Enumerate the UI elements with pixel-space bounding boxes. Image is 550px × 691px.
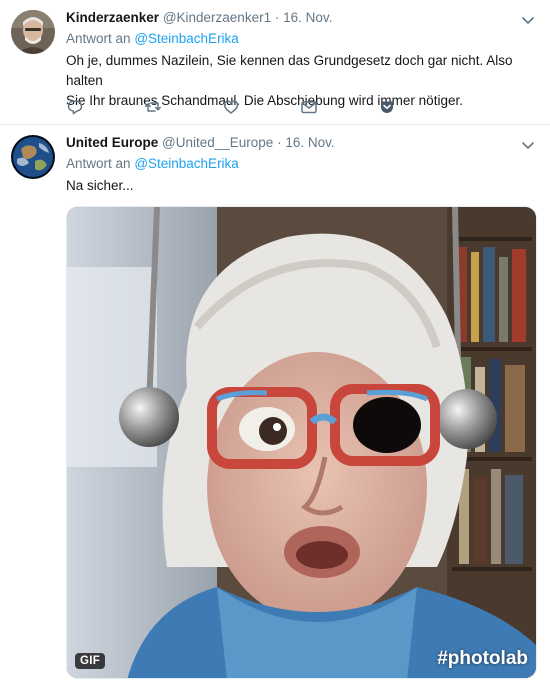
separator: ·	[274, 10, 280, 25]
tweet[interactable]: Kinderzaenker @Kinderzaenker1 · 16. Nov.…	[0, 0, 550, 125]
like-icon	[222, 98, 300, 116]
gif-badge: GIF	[75, 653, 106, 669]
reply-prefix: Antwort an	[66, 31, 131, 46]
chevron-down-icon[interactable]	[520, 12, 536, 28]
tweet-text-line: Oh je, dummes Nazilein, Sie kennen das G…	[66, 53, 513, 88]
display-name[interactable]: United Europe	[66, 135, 158, 150]
reply-context: Antwort an @SteinbachErika	[66, 155, 534, 173]
tweet-header: Kinderzaenker @Kinderzaenker1 · 16. Nov.	[66, 9, 534, 27]
gif-image	[67, 207, 536, 678]
tweet-date[interactable]: 16. Nov.	[283, 10, 332, 25]
chevron-down-icon[interactable]	[520, 137, 536, 153]
reply-context: Antwort an @SteinbachErika	[66, 30, 534, 48]
user-handle[interactable]: @United__Europe	[162, 135, 273, 150]
user-handle[interactable]: @Kinderzaenker1	[163, 10, 271, 25]
gif-media[interactable]: GIF #photolab	[66, 206, 537, 679]
display-name[interactable]: Kinderzaenker	[66, 10, 159, 25]
tweet-text: Na sicher...	[66, 176, 534, 196]
retweet-button[interactable]	[144, 98, 222, 116]
tweet-date[interactable]: 16. Nov.	[285, 135, 334, 150]
message-icon	[300, 98, 378, 116]
tweet-text-line: Na sicher...	[66, 178, 134, 193]
like-button[interactable]	[222, 98, 300, 116]
reply-icon	[66, 98, 144, 116]
reply-prefix: Antwort an	[66, 156, 131, 171]
mention-link[interactable]: @SteinbachErika	[134, 156, 239, 171]
retweet-icon	[144, 98, 222, 116]
photolab-watermark: #photolab	[437, 648, 528, 669]
bookmark-button[interactable]	[378, 98, 456, 116]
mention-link[interactable]: @SteinbachErika	[134, 31, 239, 46]
reply-button[interactable]	[66, 98, 144, 116]
bookmark-icon	[378, 98, 456, 116]
direct-message-button[interactable]	[300, 98, 378, 116]
tweet-actions	[66, 98, 456, 116]
tweet[interactable]: United Europe @United__Europe · 16. Nov.…	[0, 125, 550, 691]
avatar[interactable]	[11, 135, 55, 179]
tweet-header: United Europe @United__Europe · 16. Nov.	[66, 134, 534, 152]
avatar[interactable]	[11, 10, 55, 54]
separator: ·	[277, 135, 282, 150]
